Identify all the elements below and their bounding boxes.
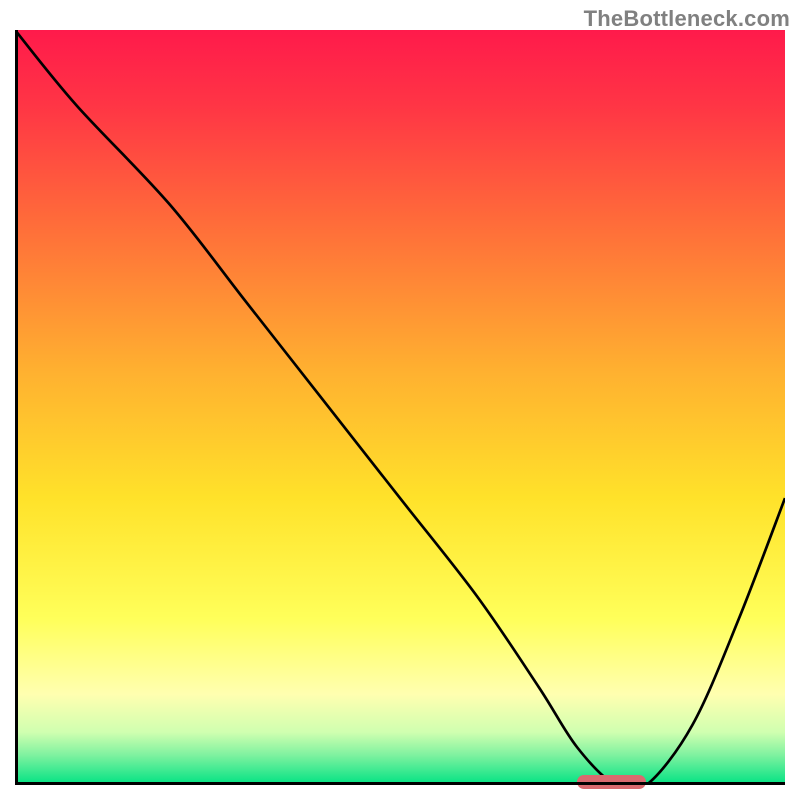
chart-container: TheBottleneck.com	[0, 0, 800, 800]
x-axis	[15, 782, 785, 785]
watermark-text: TheBottleneck.com	[584, 6, 790, 32]
y-axis	[15, 30, 18, 785]
bottleneck-curve	[15, 30, 785, 785]
plot-area	[15, 30, 785, 785]
